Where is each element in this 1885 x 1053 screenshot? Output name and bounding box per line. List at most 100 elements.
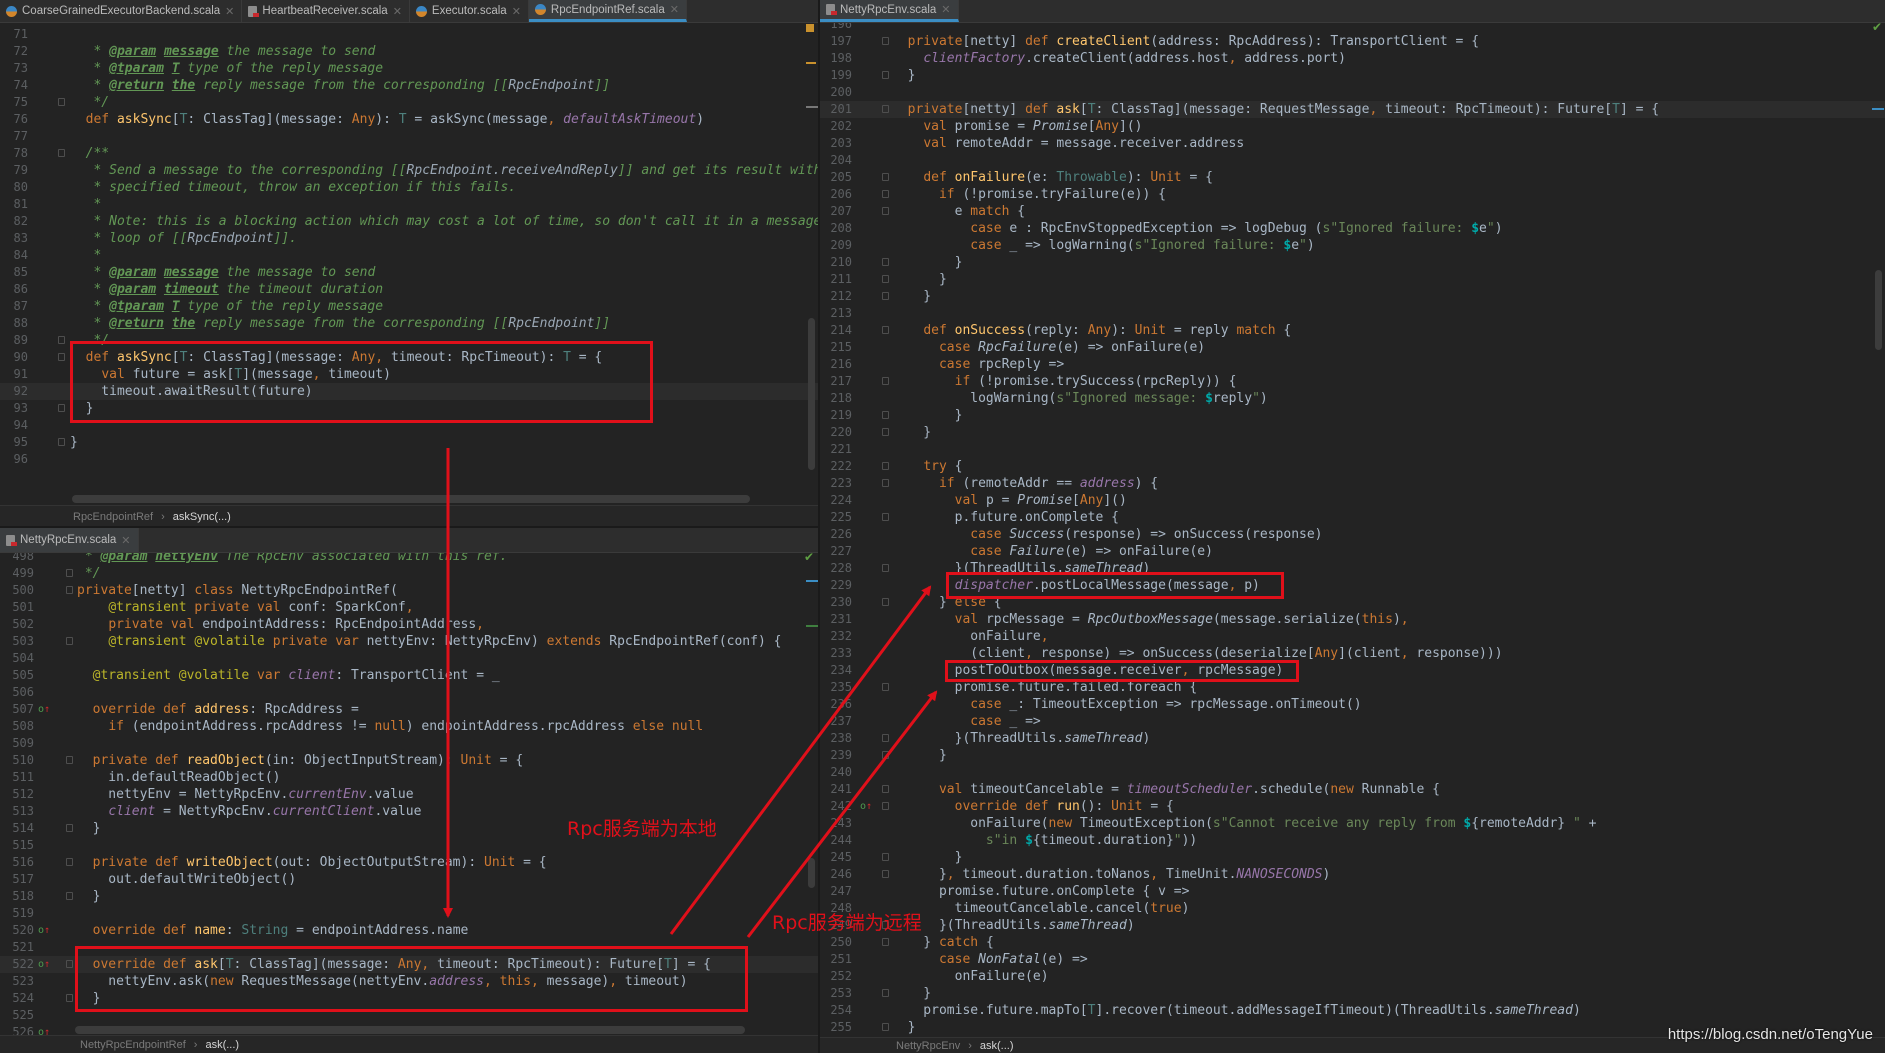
code-line[interactable]: 239 } <box>820 747 1885 764</box>
code-line[interactable]: 517 out.defaultWriteObject() <box>0 871 818 888</box>
code-line[interactable]: 243 onFailure(new TimeoutException(s"Can… <box>820 815 1885 832</box>
code-line[interactable]: 504 <box>0 650 818 667</box>
code-line[interactable]: 249 }(ThreadUtils.sameThread) <box>820 917 1885 934</box>
code-line[interactable]: 215 case RpcFailure(e) => onFailure(e) <box>820 339 1885 356</box>
fold-toggle-icon[interactable] <box>882 292 889 300</box>
fold-toggle-icon[interactable] <box>882 802 889 810</box>
code-line[interactable]: 212 } <box>820 288 1885 305</box>
tab-rpc-endpoint-ref[interactable]: RpcEndpointRef.scala ✕ <box>528 0 687 22</box>
code-line[interactable]: 210 } <box>820 254 1885 271</box>
inspection-ok-check-icon[interactable]: ✔ <box>804 550 814 564</box>
breadcrumb-class[interactable]: RpcEndpointRef <box>73 511 153 523</box>
code-line[interactable]: 224 val p = Promise[Any]() <box>820 492 1885 509</box>
code-line[interactable]: 506 <box>0 684 818 701</box>
code-line[interactable]: 203 val remoteAddr = message.receiver.ad… <box>820 135 1885 152</box>
code-line[interactable]: 518 } <box>0 888 818 905</box>
close-icon[interactable]: ✕ <box>670 3 679 16</box>
override-method-icon[interactable]: o↑ <box>860 798 872 815</box>
fold-toggle-icon[interactable] <box>58 149 65 157</box>
fold-toggle-icon[interactable] <box>66 994 73 1002</box>
fold-toggle-icon[interactable] <box>882 428 889 436</box>
code-line[interactable]: 242 o↑ override def run(): Unit = { <box>820 798 1885 815</box>
fold-toggle-icon[interactable] <box>882 751 889 759</box>
code-line[interactable]: 226 case Success(response) => onSuccess(… <box>820 526 1885 543</box>
code-line[interactable]: 498 * @param nettyEnv The RpcEnv associa… <box>0 552 818 565</box>
code-line[interactable]: 512 nettyEnv = NettyRpcEnv.currentEnv.va… <box>0 786 818 803</box>
fold-toggle-icon[interactable] <box>882 190 889 198</box>
fold-toggle-icon[interactable] <box>882 870 889 878</box>
tab-executor[interactable]: Executor.scala ✕ <box>410 0 529 22</box>
code-line[interactable]: 219 } <box>820 407 1885 424</box>
code-line[interactable]: 510 private def readObject(in: ObjectInp… <box>0 752 818 769</box>
code-line[interactable]: 198 clientFactory.createClient(address.h… <box>820 50 1885 67</box>
code-line[interactable]: 82 * Note: this is a blocking action whi… <box>0 213 818 230</box>
fold-toggle-icon[interactable] <box>882 377 889 385</box>
fold-toggle-icon[interactable] <box>882 479 889 487</box>
change-marker[interactable] <box>806 580 818 582</box>
code-line[interactable]: 201 private[netty] def ask[T: ClassTag](… <box>820 101 1885 118</box>
code-line[interactable]: 253 } <box>820 985 1885 1002</box>
code-line[interactable]: 248 timeoutCancelable.cancel(true) <box>820 900 1885 917</box>
fold-toggle-icon[interactable] <box>882 411 889 419</box>
fold-toggle-icon[interactable] <box>58 98 65 106</box>
code-line[interactable]: 244 s"in ${timeout.duration}")) <box>820 832 1885 849</box>
fold-toggle-icon[interactable] <box>882 598 889 606</box>
code-line[interactable]: 209 case _ => logWarning(s"Ignored failu… <box>820 237 1885 254</box>
code-line[interactable]: 508 if (endpointAddress.rpcAddress != nu… <box>0 718 818 735</box>
code-line[interactable]: 96 <box>0 451 818 468</box>
close-icon[interactable]: ✕ <box>512 5 521 18</box>
fold-toggle-icon[interactable] <box>58 438 65 446</box>
fold-toggle-icon[interactable] <box>882 37 889 45</box>
code-line[interactable]: 205 def onFailure(e: Throwable): Unit = … <box>820 169 1885 186</box>
code-line[interactable]: 85 * @param message the message to send <box>0 264 818 281</box>
code-line[interactable]: 251 case NonFatal(e) => <box>820 951 1885 968</box>
code-line[interactable]: 503 @transient @volatile private var net… <box>0 633 818 650</box>
code-line[interactable]: 75 */ <box>0 94 818 111</box>
code-line[interactable]: 254 promise.future.mapTo[T].recover(time… <box>820 1002 1885 1019</box>
code-line[interactable]: 211 } <box>820 271 1885 288</box>
fold-toggle-icon[interactable] <box>882 462 889 470</box>
fold-toggle-icon[interactable] <box>66 569 73 577</box>
fold-toggle-icon[interactable] <box>882 853 889 861</box>
change-marker[interactable] <box>1872 108 1884 110</box>
code-line[interactable]: 204 <box>820 152 1885 169</box>
code-line[interactable]: 213 <box>820 305 1885 322</box>
fold-toggle-icon[interactable] <box>58 336 65 344</box>
code-line[interactable]: 71 <box>0 26 818 43</box>
code-line[interactable]: 505 @transient @volatile var client: Tra… <box>0 667 818 684</box>
code-line[interactable]: 218 logWarning(s"Ignored message: $reply… <box>820 390 1885 407</box>
code-line[interactable]: 501 @transient private val conf: SparkCo… <box>0 599 818 616</box>
close-icon[interactable]: ✕ <box>393 5 402 18</box>
fold-toggle-icon[interactable] <box>882 938 889 946</box>
fold-toggle-icon[interactable] <box>882 683 889 691</box>
fold-toggle-icon[interactable] <box>882 1023 889 1031</box>
code-line[interactable]: 507 o↑ override def address: RpcAddress = <box>0 701 818 718</box>
fold-toggle-icon[interactable] <box>882 275 889 283</box>
horizontal-scrollbar[interactable] <box>72 495 750 503</box>
change-marker[interactable] <box>806 62 816 64</box>
code-line[interactable]: 81 * <box>0 196 818 213</box>
fold-toggle-icon[interactable] <box>882 207 889 215</box>
override-method-icon[interactable]: o↑ <box>38 1024 50 1035</box>
code-line[interactable]: 520 o↑ override def name: String = endpoi… <box>0 922 818 939</box>
fold-toggle-icon[interactable] <box>882 173 889 181</box>
inspection-ok-check-icon[interactable]: ✔ <box>1872 20 1882 34</box>
override-method-icon[interactable]: o↑ <box>38 922 50 939</box>
horizontal-scrollbar[interactable] <box>75 1026 745 1034</box>
code-line[interactable]: 79 * Send a message to the corresponding… <box>0 162 818 179</box>
fold-toggle-icon[interactable] <box>66 586 73 594</box>
code-line[interactable]: 502 private val endpointAddress: RpcEndp… <box>0 616 818 633</box>
code-line[interactable]: 240 <box>820 764 1885 781</box>
override-method-icon[interactable]: o↑ <box>38 956 50 973</box>
code-line[interactable]: 246 }, timeout.duration.toNanos, TimeUni… <box>820 866 1885 883</box>
close-icon[interactable]: ✕ <box>121 534 130 547</box>
warning-marker[interactable] <box>806 24 814 32</box>
fold-toggle-icon[interactable] <box>58 353 65 361</box>
code-line[interactable]: 86 * @param timeout the timeout duration <box>0 281 818 298</box>
code-line[interactable]: 252 onFailure(e) <box>820 968 1885 985</box>
code-line[interactable]: 84 * <box>0 247 818 264</box>
code-line[interactable]: 197 private[netty] def createClient(addr… <box>820 33 1885 50</box>
tab-coarse-grained-executor-backend[interactable]: CoarseGrainedExecutorBackend.scala ✕ <box>0 0 243 22</box>
code-editor[interactable]: 71 72 * @param message the message to sen… <box>0 22 818 505</box>
code-line[interactable]: 250 } catch { <box>820 934 1885 951</box>
